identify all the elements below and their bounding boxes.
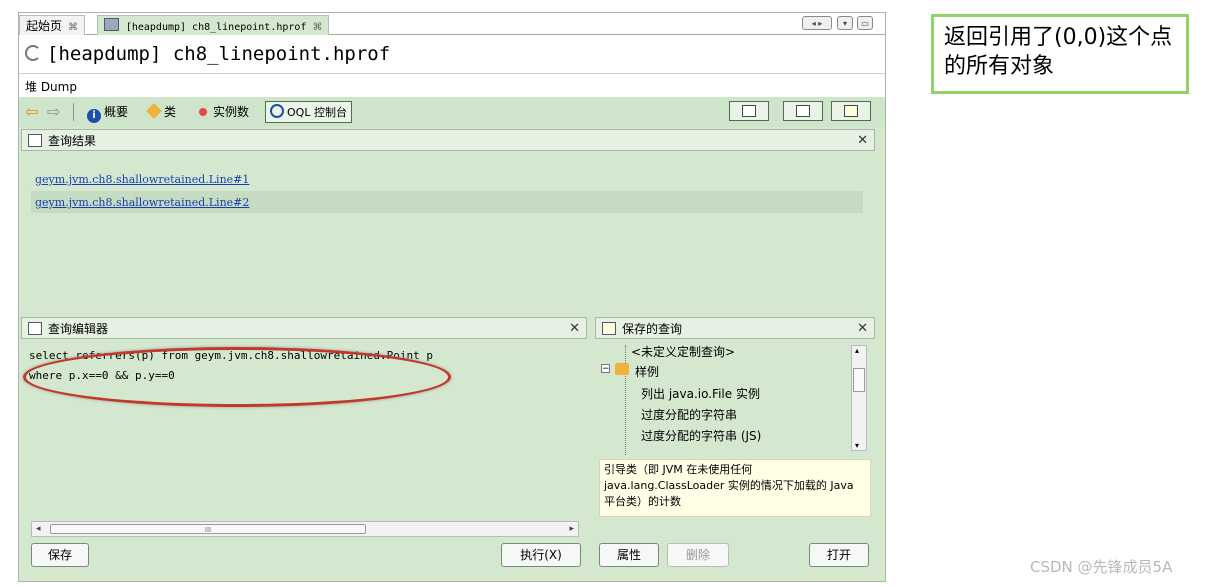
tab-scroll-arrows-icon[interactable]: ◂ ▸ bbox=[802, 16, 832, 30]
scroll-right-icon[interactable]: ▸ bbox=[569, 522, 574, 536]
collapse-icon[interactable]: − bbox=[601, 364, 610, 374]
watermark-text: CSDN @先锋成员5A bbox=[1030, 558, 1173, 576]
scroll-grip: III bbox=[204, 526, 212, 534]
scroll-down-icon[interactable]: ▾ bbox=[855, 441, 859, 450]
oql-icon bbox=[270, 104, 284, 118]
annotation-callout: 返回引用了(0,0)这个点的所有对象 bbox=[931, 14, 1189, 94]
query-description: 引导类（即 JVM 在未使用任何 java.lang.ClassLoader 实… bbox=[599, 459, 871, 517]
heapdump-header: [heapdump] ch8_linepoint.hprof bbox=[19, 35, 885, 73]
results-panel-header: 查询结果 ✕ bbox=[21, 129, 875, 151]
scrollbar-thumb[interactable]: III bbox=[50, 524, 366, 534]
summary-button[interactable]: i 概要 bbox=[87, 103, 129, 123]
delete-button[interactable]: 删除 bbox=[667, 543, 729, 567]
run-button[interactable]: 执行(X) bbox=[501, 543, 581, 567]
maximize-window-icon[interactable]: ▭ bbox=[857, 16, 873, 30]
tab-list-dropdown-icon[interactable]: ▾ bbox=[837, 16, 853, 30]
info-icon: i bbox=[87, 109, 101, 123]
saved-view-toggle[interactable] bbox=[831, 101, 871, 121]
editor-panel-icon bbox=[28, 322, 42, 335]
dump-label-text: 堆 Dump bbox=[25, 80, 77, 94]
scroll-up-icon[interactable]: ▴ bbox=[855, 346, 859, 355]
toolbar-divider bbox=[73, 103, 74, 121]
close-icon[interactable]: ✕ bbox=[569, 318, 580, 340]
saved-queries-tree: <未定义定制查询> − 样例 列出 java.io.File 实例 过度分配的字… bbox=[595, 339, 875, 455]
forward-arrow-icon[interactable]: ⇨ bbox=[47, 103, 60, 121]
properties-button[interactable]: 属性 bbox=[599, 543, 659, 567]
page-title: [heapdump] ch8_linepoint.hprof bbox=[47, 43, 391, 65]
annotation-text: 返回引用了(0,0)这个点的所有对象 bbox=[944, 25, 1173, 79]
save-button[interactable]: 保存 bbox=[31, 543, 89, 567]
oql-console-button[interactable]: OQL 控制台 bbox=[265, 101, 352, 123]
result-link[interactable]: geym.jvm.ch8.shallowretained.Line#2 bbox=[35, 196, 249, 209]
tab-heapdump[interactable]: [heapdump] ch8_linepoint.hprof ⌘ bbox=[97, 15, 330, 35]
tree-item[interactable]: 过度分配的字符串 bbox=[641, 406, 737, 423]
classes-label: 类 bbox=[164, 105, 177, 119]
tab-start-page[interactable]: 起始页 ⌘ bbox=[19, 15, 86, 35]
close-icon[interactable]: ✕ bbox=[857, 130, 868, 152]
tree-item-custom[interactable]: <未定义定制查询> bbox=[631, 343, 735, 360]
result-link[interactable]: geym.jvm.ch8.shallowretained.Line#1 bbox=[35, 173, 249, 186]
tab-label: 起始页 bbox=[26, 19, 63, 33]
results-panel-icon bbox=[28, 134, 42, 147]
oql-label: OQL 控制台 bbox=[287, 106, 347, 119]
query-editor-header: 查询编辑器 ✕ bbox=[21, 317, 587, 339]
horizontal-scrollbar[interactable]: ◂ III ▸ bbox=[31, 521, 579, 537]
tree-guide bbox=[625, 345, 626, 455]
list-icon bbox=[742, 105, 756, 117]
tab-bar: 起始页 ⌘ [heapdump] ch8_linepoint.hprof ⌘ ◂ ▸… bbox=[19, 13, 885, 35]
saved-panel-icon bbox=[602, 322, 616, 335]
tab-close-icon[interactable]: ⌘ bbox=[68, 22, 78, 33]
saved-icon bbox=[844, 105, 858, 117]
saved-queries-panel: 保存的查询 ✕ <未定义定制查询> − 样例 列出 java.io.File 实… bbox=[595, 317, 875, 569]
tab-label: [heapdump] ch8_linepoint.hprof bbox=[125, 22, 307, 33]
results-panel: 查询结果 ✕ geym.jvm.ch8.shallowretained.Line… bbox=[21, 129, 875, 315]
vertical-scrollbar[interactable]: ▴ ▾ bbox=[851, 345, 867, 451]
editor-view-toggle[interactable] bbox=[783, 101, 823, 121]
highlight-ellipse bbox=[23, 347, 451, 407]
loading-spinner-icon bbox=[25, 45, 41, 61]
classes-button[interactable]: 类 bbox=[146, 103, 177, 121]
scroll-left-icon[interactable]: ◂ bbox=[36, 522, 41, 536]
tree-item[interactable]: 列出 java.io.File 实例 bbox=[641, 385, 760, 402]
summary-label: 概要 bbox=[104, 105, 129, 119]
close-icon[interactable]: ✕ bbox=[857, 318, 868, 340]
saved-queries-header: 保存的查询 ✕ bbox=[595, 317, 875, 339]
saved-queries-title: 保存的查询 bbox=[622, 322, 683, 336]
dump-label: 堆 Dump bbox=[25, 78, 77, 95]
query-editor-panel: 查询编辑器 ✕ select referrers(p) from geym.jv… bbox=[21, 317, 587, 569]
heapdump-window: 起始页 ⌘ [heapdump] ch8_linepoint.hprof ⌘ ◂ ▸… bbox=[18, 12, 886, 582]
tree-item[interactable]: 过度分配的字符串 (JS) bbox=[641, 427, 761, 444]
instances-button[interactable]: 实例数 bbox=[199, 103, 249, 121]
tree-item-examples[interactable]: 样例 bbox=[635, 363, 659, 380]
classes-icon bbox=[146, 103, 162, 119]
back-arrow-icon[interactable]: ⇦ bbox=[25, 103, 38, 121]
dump-bar: 堆 Dump bbox=[19, 73, 885, 97]
scrollbar-thumb[interactable] bbox=[853, 368, 865, 392]
results-view-toggle[interactable] bbox=[729, 101, 769, 121]
editor-icon bbox=[796, 105, 810, 117]
document-icon bbox=[104, 18, 119, 31]
view-toolbar: ⇦ ⇨ i 概要 类 实例数 OQL 控制台 bbox=[19, 97, 885, 127]
folder-icon bbox=[615, 363, 629, 375]
tab-close-icon[interactable]: ⌘ bbox=[312, 22, 322, 33]
instances-label: 实例数 bbox=[213, 105, 250, 119]
open-button[interactable]: 打开 bbox=[809, 543, 869, 567]
query-editor-title: 查询编辑器 bbox=[48, 322, 109, 336]
results-panel-title: 查询结果 bbox=[48, 134, 97, 148]
instances-icon bbox=[199, 108, 207, 116]
